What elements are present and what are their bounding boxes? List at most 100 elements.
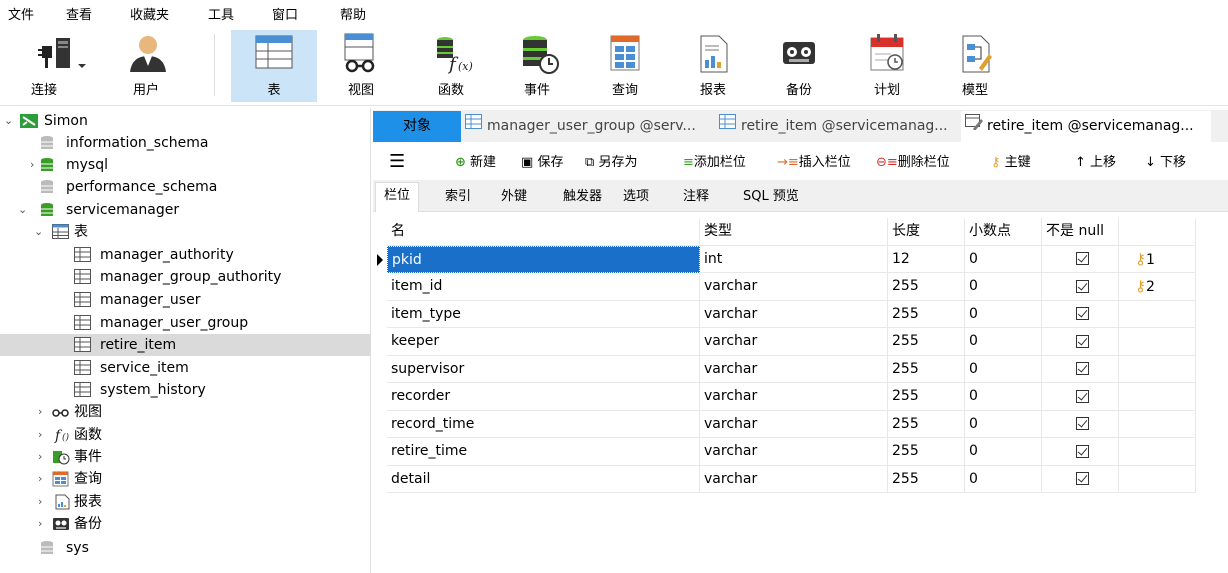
chevron-right-icon[interactable]: › xyxy=(38,513,50,535)
move-down-button[interactable]: ↓ 下移 xyxy=(1145,152,1186,174)
save-as-button[interactable]: ⧉ 另存为 xyxy=(585,152,637,174)
cell-length[interactable]: 255 xyxy=(888,410,965,438)
delete-field-button[interactable]: ⊖≡删除栏位 xyxy=(876,152,950,174)
function-button[interactable]: f (x) 函数 xyxy=(420,30,482,102)
tree-tables-node[interactable]: ⌄ 表 xyxy=(0,221,371,243)
cell-length[interactable]: 255 xyxy=(888,465,965,493)
checkbox-checked-icon[interactable] xyxy=(1075,389,1089,403)
cell-not-null[interactable] xyxy=(1042,273,1119,301)
tree-db-performance-schema[interactable]: performance_schema xyxy=(0,176,371,198)
tree-reports-node[interactable]: › 报表 xyxy=(0,491,371,513)
col-header-type[interactable]: 类型 xyxy=(700,218,888,246)
cell-not-null[interactable] xyxy=(1042,328,1119,356)
tree-backups-node[interactable]: › 备份 xyxy=(0,513,371,535)
report-button[interactable]: 报表 xyxy=(682,30,744,102)
chevron-right-icon[interactable]: › xyxy=(38,446,50,468)
cell-decimal[interactable]: 0 xyxy=(965,410,1042,438)
cell-not-null[interactable] xyxy=(1042,438,1119,466)
chevron-down-icon[interactable]: ⌄ xyxy=(4,110,16,132)
cell-decimal[interactable]: 0 xyxy=(965,465,1042,493)
checkbox-checked-icon[interactable] xyxy=(1075,362,1089,375)
cell-decimal[interactable]: 0 xyxy=(965,383,1042,411)
cell-length[interactable]: 255 xyxy=(888,328,965,356)
col-header-key[interactable] xyxy=(1119,218,1196,246)
cell-not-null[interactable] xyxy=(1042,355,1119,383)
cell-not-null[interactable] xyxy=(1042,300,1119,328)
schedule-button[interactable]: 计划 xyxy=(856,30,918,102)
table-row[interactable]: keeper varchar 255 0 xyxy=(387,328,1196,356)
tab-foreign-keys[interactable]: 外键 xyxy=(493,184,535,210)
tree-functions-node[interactable]: › f() 函数 xyxy=(0,424,371,446)
tab-options[interactable]: 选项 xyxy=(615,184,657,210)
cell-name[interactable]: item_type xyxy=(387,300,700,328)
cell-decimal[interactable]: 0 xyxy=(965,300,1042,328)
cell-key[interactable] xyxy=(1119,300,1196,328)
cell-name[interactable]: retire_time xyxy=(387,438,700,466)
tab-triggers[interactable]: 触发器 xyxy=(555,184,610,210)
cell-type[interactable]: varchar xyxy=(700,355,888,383)
table-row[interactable]: detail varchar 255 0 xyxy=(387,465,1196,493)
checkbox-checked-icon[interactable] xyxy=(1075,307,1089,320)
cell-name[interactable]: keeper xyxy=(387,328,700,356)
tab-objects[interactable]: 对象 xyxy=(373,111,461,142)
cell-name[interactable]: supervisor xyxy=(387,355,700,383)
cell-decimal[interactable]: 0 xyxy=(965,273,1042,301)
checkbox-checked-icon[interactable] xyxy=(1075,279,1089,293)
cell-type[interactable]: varchar xyxy=(700,410,888,438)
cell-name[interactable]: record_time xyxy=(387,410,700,438)
checkbox-checked-icon[interactable] xyxy=(1075,417,1089,430)
menu-favorites[interactable]: 收藏夹 xyxy=(130,0,169,23)
hamburger-menu-icon[interactable]: ☰ xyxy=(389,152,405,174)
cell-type[interactable]: varchar xyxy=(700,465,888,493)
tree-views-node[interactable]: › 视图 xyxy=(0,401,371,423)
table-button[interactable]: 表 xyxy=(231,30,317,102)
cell-name[interactable]: pkid xyxy=(387,245,700,273)
tab-retire-item-data[interactable]: retire_item @servicemanag... xyxy=(719,111,957,142)
cell-type[interactable]: varchar xyxy=(700,273,888,301)
cell-key[interactable] xyxy=(1119,410,1196,438)
add-field-button[interactable]: ≡添加栏位 xyxy=(683,152,746,174)
insert-field-button[interactable]: →≡插入栏位 xyxy=(777,152,851,174)
user-button[interactable]: 用户 xyxy=(112,30,180,102)
cell-length[interactable]: 12 xyxy=(888,245,965,273)
checkbox-checked-icon[interactable] xyxy=(1075,444,1089,458)
cell-not-null[interactable] xyxy=(1042,410,1119,438)
cell-length[interactable]: 255 xyxy=(888,300,965,328)
cell-key[interactable]: ⚷2 xyxy=(1119,273,1196,301)
table-row[interactable]: record_time varchar 255 0 xyxy=(387,410,1196,438)
tree-table-item-selected[interactable]: retire_item xyxy=(0,334,371,356)
tree-table-item[interactable]: manager_user xyxy=(0,289,371,311)
cell-name[interactable]: recorder xyxy=(387,383,700,411)
cell-not-null[interactable] xyxy=(1042,383,1119,411)
col-header-decimal[interactable]: 小数点 xyxy=(965,218,1042,246)
event-button[interactable]: 事件 xyxy=(506,30,568,102)
tree-db-mysql[interactable]: › mysql xyxy=(0,154,371,176)
checkbox-checked-icon[interactable] xyxy=(1075,334,1089,348)
tree-table-item[interactable]: system_history xyxy=(0,379,371,401)
view-button[interactable]: 视图 xyxy=(330,30,392,102)
tab-indexes[interactable]: 索引 xyxy=(437,184,479,210)
col-header-name[interactable]: 名 xyxy=(387,218,700,246)
cell-name[interactable]: item_id xyxy=(387,273,700,301)
menu-window[interactable]: 窗口 xyxy=(272,0,298,23)
table-row[interactable]: pkid int 12 0 ⚷1 xyxy=(377,245,1196,273)
cell-type[interactable]: int xyxy=(700,245,888,273)
cell-length[interactable]: 255 xyxy=(888,273,965,301)
query-button[interactable]: 查询 xyxy=(594,30,656,102)
chevron-down-icon[interactable]: ⌄ xyxy=(18,199,30,221)
cell-name[interactable]: detail xyxy=(387,465,700,493)
cell-decimal[interactable]: 0 xyxy=(965,245,1042,273)
tab-comments[interactable]: 注释 xyxy=(675,184,717,210)
table-row[interactable]: item_type varchar 255 0 xyxy=(387,300,1196,328)
col-header-length[interactable]: 长度 xyxy=(888,218,965,246)
chevron-down-icon[interactable]: ⌄ xyxy=(34,221,46,243)
cell-length[interactable]: 255 xyxy=(888,383,965,411)
tree-connection[interactable]: ⌄ Simon xyxy=(0,110,371,132)
tree-table-item[interactable]: manager_user_group xyxy=(0,312,371,334)
tree-db-servicemanager[interactable]: ⌄ servicemanager xyxy=(0,199,371,221)
checkbox-checked-icon[interactable] xyxy=(1075,472,1089,485)
cell-decimal[interactable]: 0 xyxy=(965,328,1042,356)
tree-table-item[interactable]: manager_group_authority xyxy=(0,266,371,288)
chevron-right-icon[interactable]: › xyxy=(38,491,50,513)
table-row[interactable]: supervisor varchar 255 0 xyxy=(387,355,1196,383)
